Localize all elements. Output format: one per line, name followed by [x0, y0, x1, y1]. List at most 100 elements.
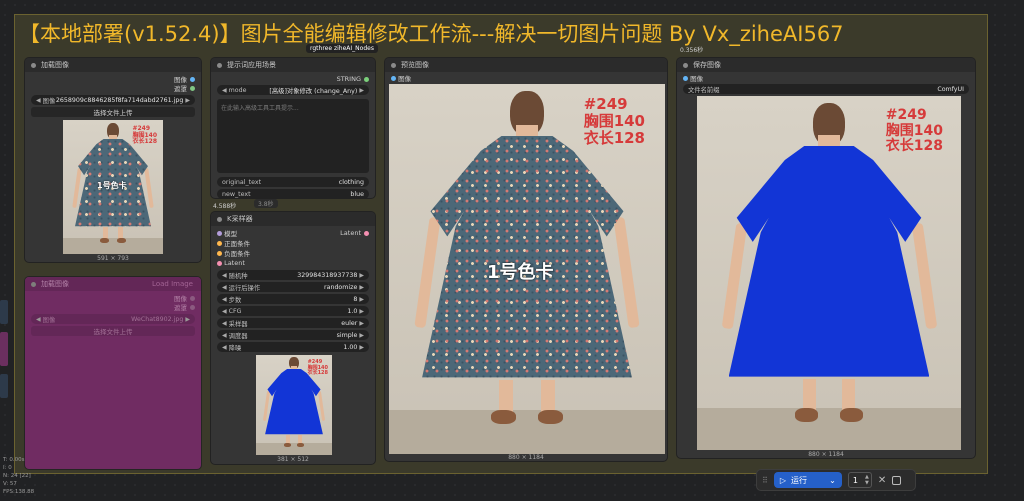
model-shoe — [297, 443, 304, 447]
collapse-dot-icon[interactable] — [217, 216, 222, 222]
run-button[interactable]: ▷ 运行 ⌄ — [773, 472, 842, 488]
output-mask-pin-icon[interactable] — [190, 85, 195, 91]
arrow-left-icon[interactable]: ◀ — [36, 316, 41, 323]
arrow-right-icon[interactable]: ▶ — [359, 272, 364, 279]
image-select-widget[interactable]: ◀ 图像 WeChat8902.jpg ▶ — [31, 314, 195, 324]
save-image-node[interactable]: 保存图像 图像 文件名前缀 ComfyUI #249 胸围140 衣长128 8… — [676, 57, 976, 459]
photo-bust: 胸围140 — [583, 111, 645, 130]
node-header[interactable]: 提示词应用场景 — [211, 58, 375, 72]
rail-tab-muted[interactable] — [0, 332, 8, 366]
stop-icon[interactable] — [892, 475, 902, 485]
rail-tab[interactable] — [0, 374, 8, 398]
input-positive-row: 正面条件 — [217, 238, 369, 248]
upload-button[interactable]: 选择文件上传 — [31, 107, 195, 117]
arrow-right-icon[interactable]: ▶ — [359, 332, 364, 339]
ksampler-node[interactable]: K采样器 模型 Latent 正面条件 负面条件 Latent ◀ 随机种 32… — [210, 211, 376, 465]
photo-size-text: #249 胸围140 衣长128 — [132, 125, 157, 146]
arrow-right-icon[interactable]: ▶ — [185, 97, 190, 104]
prompt-scene-node[interactable]: 提示词应用场景 STRING ◀ mode [高级]对象修改 (change_A… — [210, 57, 376, 199]
image-select-widget[interactable]: ◀ 图像 2658909c8846285f8fa714dabd2761.jpg … — [31, 95, 195, 105]
node-header[interactable]: 预览图像 — [385, 58, 667, 72]
collapse-dot-icon[interactable] — [31, 281, 36, 287]
collapse-dot-icon[interactable] — [217, 62, 222, 68]
output-mask-label: 遮罩 — [174, 304, 187, 312]
arrow-right-icon[interactable]: ▶ — [359, 284, 364, 291]
saved-image: #249 胸围140 衣长128 — [697, 96, 961, 450]
stepper-icon[interactable]: ▲ ▼ — [865, 474, 871, 486]
arrow-left-icon[interactable]: ◀ — [222, 284, 227, 291]
widget-label: 调度器 — [228, 332, 248, 340]
input-model-pin-icon[interactable] — [217, 230, 222, 236]
cfg-widget[interactable]: ◀ CFG 1.0 ▶ — [217, 306, 369, 316]
node-title: K采样器 — [227, 215, 253, 223]
close-icon[interactable]: ✕ — [878, 475, 886, 486]
arrow-left-icon[interactable]: ◀ — [222, 332, 227, 339]
original-text-widget[interactable]: original_text clothing — [217, 177, 369, 187]
image-select-label: 图像 — [42, 316, 56, 324]
arrow-right-icon[interactable]: ▶ — [359, 344, 364, 351]
input-latent-pin-icon[interactable] — [217, 260, 222, 266]
denoise-widget[interactable]: ◀ 降噪 1.00 ▶ — [217, 342, 369, 352]
output-image-pin-icon[interactable] — [190, 295, 195, 301]
photo-size-text: #249 胸围140 衣长128 — [584, 96, 645, 146]
input-negative-pin-icon[interactable] — [217, 250, 222, 256]
input-latent-label: Latent — [224, 259, 245, 267]
widget-value: 1.00 — [343, 343, 358, 351]
collapse-dot-icon[interactable] — [31, 62, 36, 68]
queue-toolbar: ⠿ ▷ 运行 ⌄ 1 ▲ ▼ ✕ — [756, 469, 916, 491]
prompt-textarea[interactable]: 在此输入高级工具工具提示... — [217, 99, 369, 173]
node-header[interactable]: 加载图像 Load Image — [25, 277, 201, 291]
input-image-label: 图像 — [398, 75, 412, 83]
load-image-node-muted[interactable]: 加载图像 Load Image 图像 遮罩 ◀ 图像 WeChat8902.jp… — [24, 276, 202, 470]
arrow-right-icon[interactable]: ▶ — [359, 308, 364, 315]
arrow-left-icon[interactable]: ◀ — [222, 320, 227, 327]
new-text-widget[interactable]: new_text blue — [217, 189, 369, 198]
output-image-pin-icon[interactable] — [190, 76, 195, 82]
widget-value: 329984318937738 — [297, 271, 358, 279]
upload-button[interactable]: 选择文件上传 — [31, 326, 195, 336]
input-positive-pin-icon[interactable] — [217, 240, 222, 246]
mode-select-widget[interactable]: ◀ mode [高级]对象修改 (change_Any) ▶ — [217, 85, 369, 95]
output-string-pin-icon[interactable] — [364, 76, 369, 82]
control-after-generate-widget[interactable]: ◀ 运行后操作 randomize ▶ — [217, 282, 369, 292]
swatch-label: 1号色卡 — [487, 262, 554, 283]
arrow-left-icon[interactable]: ◀ — [222, 87, 227, 94]
chevron-down-icon[interactable]: ⌄ — [829, 476, 836, 485]
preview-image-node[interactable]: 预览图像 图像 #249 胸围140 衣长128 1号色卡 880 × 1184 — [384, 57, 668, 462]
arrow-left-icon[interactable]: ◀ — [222, 308, 227, 315]
collapse-dot-icon[interactable] — [683, 62, 688, 68]
node-header[interactable]: K采样器 — [211, 212, 375, 226]
node-title: 提示词应用场景 — [227, 61, 276, 69]
preview-image: #249 胸围140 衣长128 1号色卡 — [389, 84, 665, 454]
image-dimensions: 880 × 1184 — [508, 454, 544, 461]
rail-tab[interactable] — [0, 300, 8, 324]
arrow-left-icon[interactable]: ◀ — [222, 272, 227, 279]
collapse-dot-icon[interactable] — [391, 62, 396, 68]
stat-line: FPS:138.88 — [3, 489, 35, 495]
input-image-pin-icon[interactable] — [683, 75, 688, 81]
drag-handle-icon[interactable]: ⠿ — [762, 476, 768, 485]
node-header[interactable]: 保存图像 — [677, 58, 975, 72]
sampler-widget[interactable]: ◀ 采样器 euler ▶ — [217, 318, 369, 328]
arrow-left-icon[interactable]: ◀ — [222, 296, 227, 303]
output-mask-pin-icon[interactable] — [190, 304, 195, 310]
input-image-pin-icon[interactable] — [391, 75, 396, 81]
node-header[interactable]: 加载图像 — [25, 58, 201, 72]
group-title[interactable]: 【本地部署(v1.52.4)】图片全能编辑修改工作流---解决一切图片问题 By… — [19, 17, 977, 51]
seed-widget[interactable]: ◀ 随机种 329984318937738 ▶ — [217, 270, 369, 280]
input-negative-label: 负面条件 — [224, 250, 251, 258]
output-latent-pin-icon[interactable] — [364, 230, 369, 236]
filename-prefix-widget[interactable]: 文件名前缀 ComfyUI — [683, 84, 969, 94]
arrow-right-icon[interactable]: ▶ — [185, 316, 190, 323]
widget-label: 随机种 — [228, 272, 248, 280]
node-title: 加载图像 — [41, 280, 69, 288]
arrow-right-icon[interactable]: ▶ — [359, 296, 364, 303]
arrow-left-icon[interactable]: ◀ — [222, 344, 227, 351]
arrow-left-icon[interactable]: ◀ — [36, 97, 41, 104]
queue-count-input[interactable]: 1 ▲ ▼ — [847, 472, 872, 488]
scheduler-widget[interactable]: ◀ 调度器 simple ▶ — [217, 330, 369, 340]
arrow-right-icon[interactable]: ▶ — [359, 87, 364, 94]
steps-widget[interactable]: ◀ 步数 8 ▶ — [217, 294, 369, 304]
arrow-right-icon[interactable]: ▶ — [359, 320, 364, 327]
load-image-node[interactable]: 加载图像 图像 遮罩 ◀ 图像 2658909c8846285f8fa714da… — [24, 57, 202, 263]
